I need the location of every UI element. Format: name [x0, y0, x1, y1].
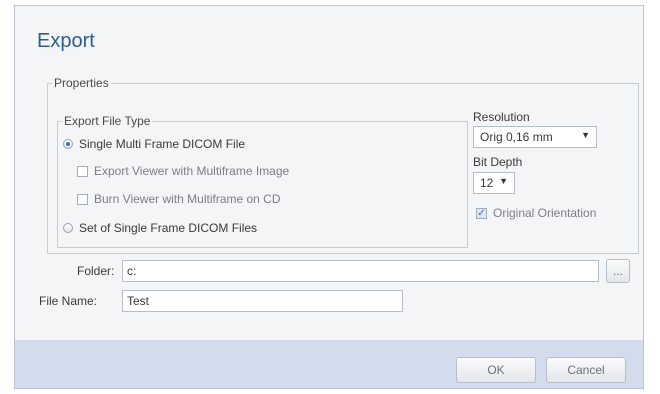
cancel-button[interactable]: Cancel	[546, 357, 626, 383]
export-viewer-option[interactable]: Export Viewer with Multiframe Image	[77, 164, 289, 178]
bit-depth-select[interactable]: 12 ▼	[473, 172, 515, 194]
file-name-label: File Name:	[39, 294, 98, 308]
original-orientation-option[interactable]: ✓ Original Orientation	[476, 206, 596, 220]
burn-viewer-label: Burn Viewer with Multiframe on CD	[94, 192, 281, 206]
chevron-down-icon: ▼	[581, 130, 590, 140]
folder-input[interactable]: c:	[122, 260, 599, 282]
single-multi-frame-option[interactable]: Single Multi Frame DICOM File	[63, 137, 245, 151]
bit-depth-label: Bit Depth	[473, 155, 523, 169]
resolution-value: Orig 0,16 mm	[480, 130, 553, 144]
folder-label: Folder:	[77, 264, 115, 278]
bit-depth-value: 12	[480, 176, 494, 190]
export-viewer-label: Export Viewer with Multiframe Image	[94, 164, 290, 178]
set-single-frame-label: Set of Single Frame DICOM Files	[79, 221, 258, 235]
file-name-input[interactable]: Test	[122, 290, 403, 312]
burn-viewer-option[interactable]: Burn Viewer with Multiframe on CD	[77, 192, 281, 206]
original-orientation-label: Original Orientation	[493, 206, 597, 220]
single-multi-frame-radio[interactable]	[63, 139, 73, 149]
ok-button[interactable]: OK	[456, 357, 536, 383]
resolution-label: Resolution	[473, 110, 530, 124]
chevron-down-icon: ▼	[499, 176, 508, 186]
burn-viewer-checkbox[interactable]	[77, 193, 88, 205]
browse-folder-button[interactable]: ...	[606, 259, 630, 283]
dialog-title: Export	[37, 30, 95, 52]
resolution-select[interactable]: Orig 0,16 mm ▼	[473, 126, 597, 148]
export-dialog: Export Properties Export File Type Singl…	[14, 5, 644, 389]
original-orientation-checkbox[interactable]: ✓	[476, 207, 487, 219]
set-single-frame-option[interactable]: Set of Single Frame DICOM Files	[63, 221, 257, 235]
properties-legend: Properties	[54, 76, 109, 90]
folder-value: c:	[127, 264, 137, 278]
file-name-value: Test	[127, 294, 150, 308]
set-single-frame-radio[interactable]	[63, 223, 73, 233]
single-multi-frame-label: Single Multi Frame DICOM File	[79, 137, 246, 151]
export-viewer-checkbox[interactable]	[77, 165, 88, 177]
export-file-type-legend: Export File Type	[64, 114, 151, 128]
